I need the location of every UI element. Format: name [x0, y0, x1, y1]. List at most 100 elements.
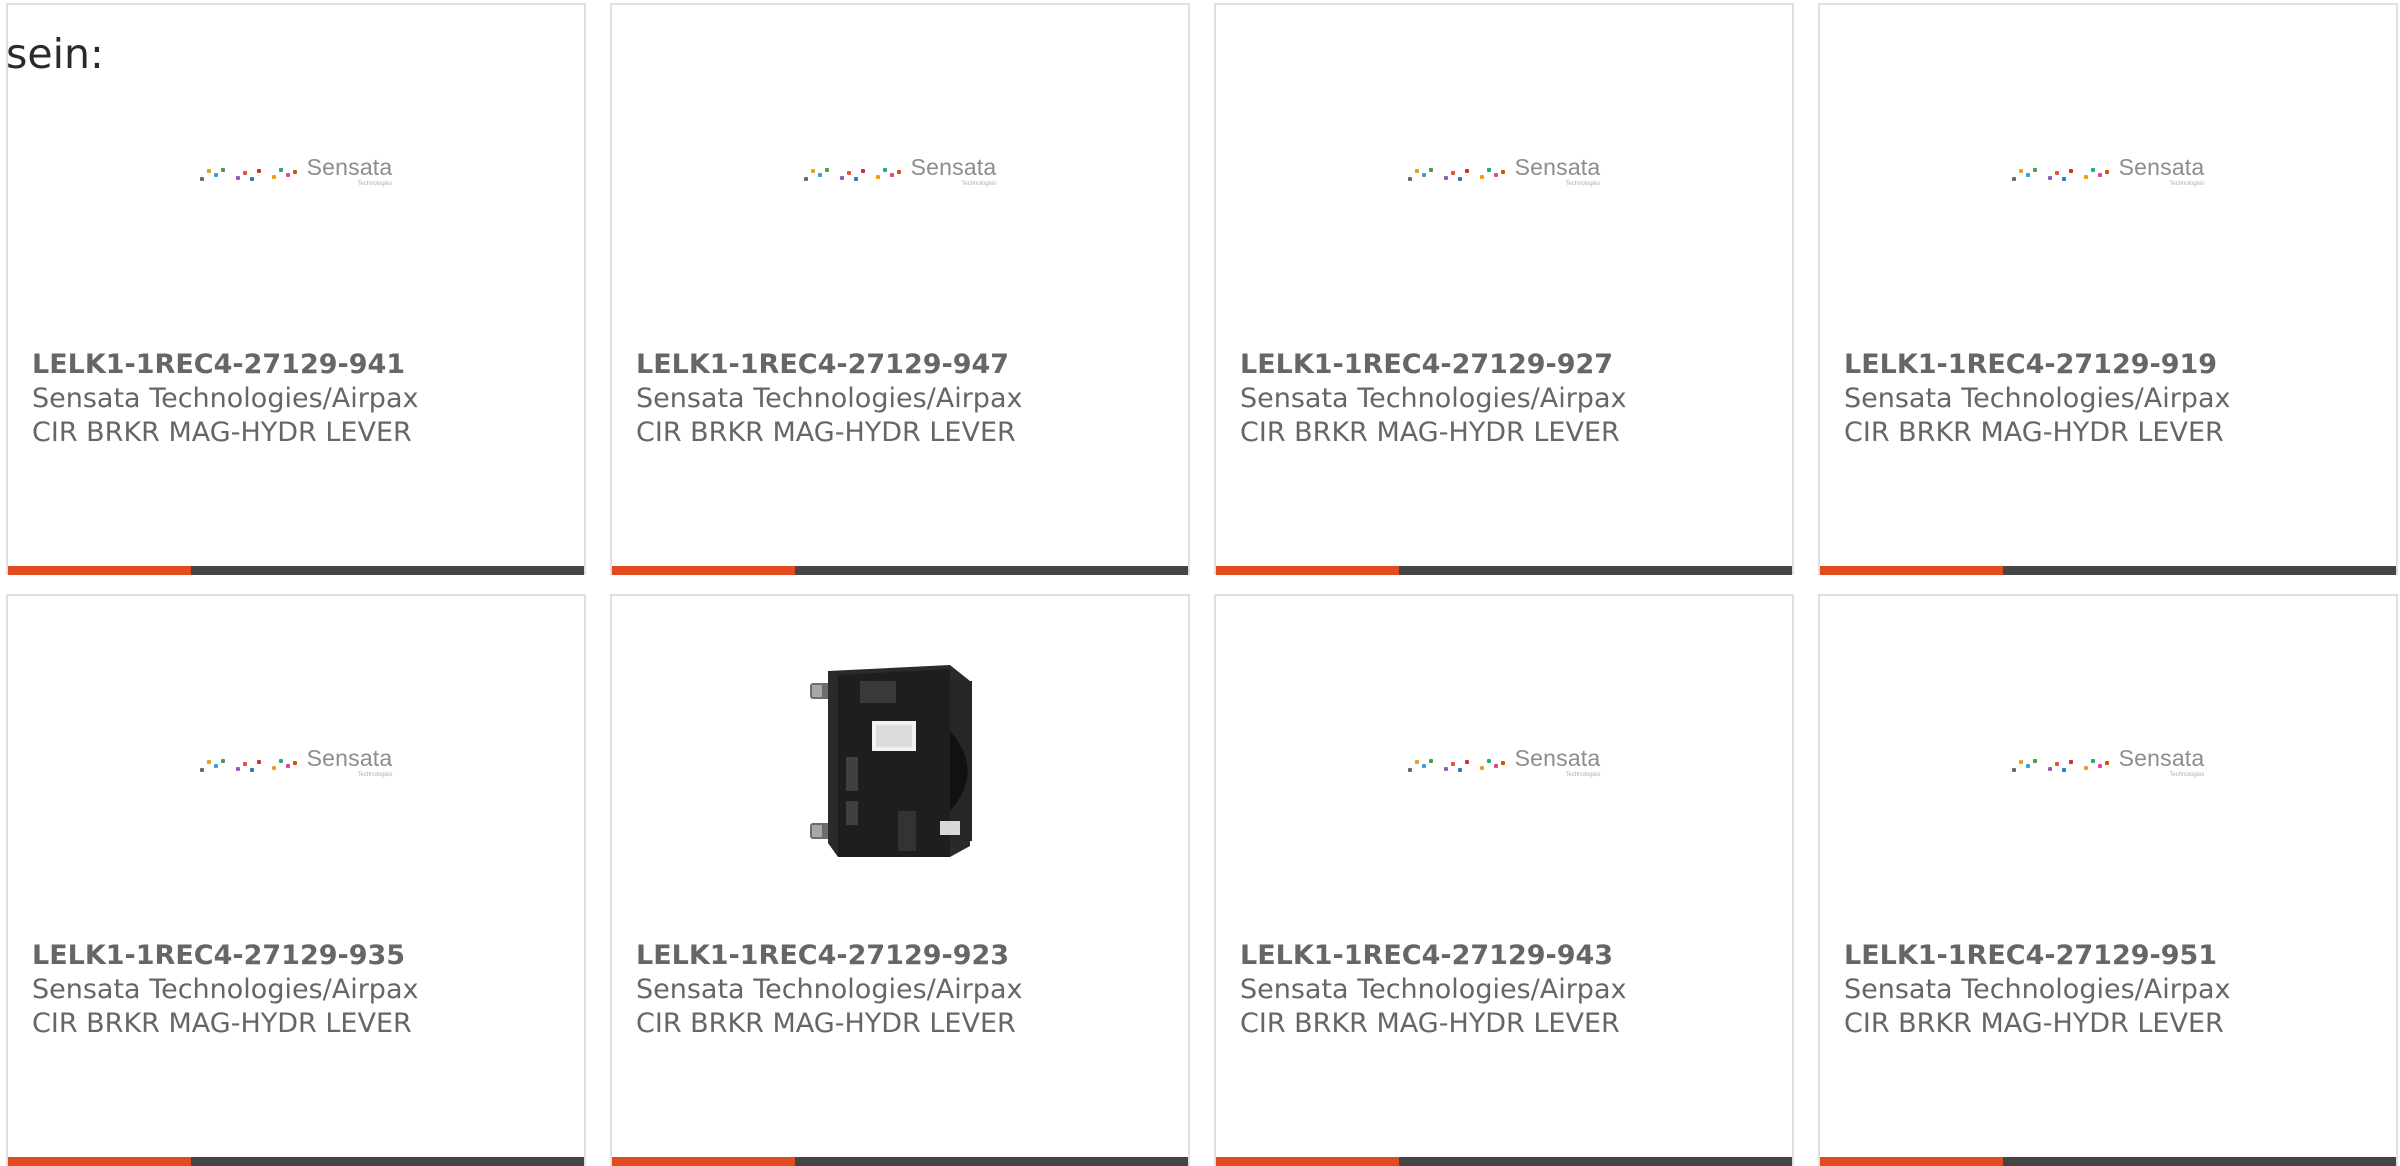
product-card[interactable]: Sensata Technologies LELK1-1REC4-27129-935…: [6, 594, 586, 1166]
logo-dot: [292, 760, 297, 765]
logo-dot: [810, 168, 815, 173]
part-number-link[interactable]: LELK1-1REC4-27129-923: [636, 939, 1022, 973]
logo-dot: [2090, 758, 2095, 763]
card-footer-bar: [1820, 1157, 2396, 1166]
product-description: CIR BRKR MAG-HYDR LEVER: [32, 417, 412, 448]
logo-dot: [1493, 763, 1498, 768]
product-info: LELK1-1REC4-27129-923 Sensata Technologie…: [636, 939, 1022, 1041]
logo-dot: [839, 175, 844, 180]
logo-dots-icon: [2011, 754, 2109, 778]
logo-dot: [1428, 167, 1433, 172]
product-info: LELK1-1REC4-27129-919 Sensata Technologie…: [1844, 348, 2230, 450]
product-card[interactable]: Sensata Technologies LELK1-1REC4-27129-927…: [1214, 3, 1794, 575]
logo-word: Sensata: [306, 744, 393, 771]
product-image[interactable]: [612, 656, 1188, 866]
logo-wordmark: Sensata Technologies: [2119, 155, 2205, 187]
logo-dot: [2018, 759, 2023, 764]
logo-dot: [2018, 168, 2023, 173]
logo-dot: [875, 174, 880, 179]
card-footer-accent: [8, 1157, 191, 1166]
product-card[interactable]: Sensata Technologies LELK1-1REC4-27129-941…: [6, 3, 586, 575]
logo-dot: [206, 759, 211, 764]
product-description: CIR BRKR MAG-HYDR LEVER: [1240, 1008, 1620, 1039]
logo-dot: [2083, 174, 2088, 179]
part-number-link[interactable]: LELK1-1REC4-27129-947: [636, 348, 1022, 382]
product-card[interactable]: Sensata Technologies LELK1-1REC4-27129-947…: [610, 3, 1190, 575]
logo-dot: [213, 172, 218, 177]
part-number-link[interactable]: LELK1-1REC4-27129-935: [32, 939, 418, 973]
card-footer-accent: [612, 1157, 795, 1166]
logo-dot: [2068, 168, 2073, 173]
logo-dot: [199, 176, 204, 181]
logo-dot: [2011, 176, 2016, 181]
sensata-logo: Sensata Technologies: [1407, 155, 1600, 187]
logo-dot: [1421, 172, 1426, 177]
card-footer-bar: [612, 1157, 1188, 1166]
logo-dot: [824, 167, 829, 172]
logo-dot: [1500, 760, 1505, 765]
product-description: CIR BRKR MAG-HYDR LEVER: [1240, 417, 1620, 448]
card-footer-accent: [1820, 566, 2003, 575]
logo-dot: [220, 758, 225, 763]
sensata-logo: Sensata Technologies: [2011, 746, 2205, 778]
logo-tagline: Technologies: [357, 771, 393, 778]
logo-dot: [271, 765, 276, 770]
product-info: LELK1-1REC4-27129-935 Sensata Technologie…: [32, 939, 418, 1041]
logo-dot: [206, 168, 211, 173]
logo-dot: [220, 167, 225, 172]
logo-dot: [2025, 172, 2030, 177]
product-description: CIR BRKR MAG-HYDR LEVER: [636, 417, 1016, 448]
logo-dot: [2054, 170, 2059, 175]
sensata-logo: Sensata Technologies: [1407, 746, 1601, 778]
product-image[interactable]: Sensata Technologies: [612, 137, 1188, 205]
card-footer-bar: [1216, 1157, 1792, 1166]
product-image[interactable]: Sensata Technologies: [8, 137, 584, 205]
part-number-link[interactable]: LELK1-1REC4-27129-943: [1240, 939, 1626, 973]
logo-dot: [1414, 759, 1419, 764]
part-number-link[interactable]: LELK1-1REC4-27129-951: [1844, 939, 2230, 973]
card-footer-bar: [8, 1157, 584, 1166]
logo-tagline: Technologies: [2169, 771, 2205, 778]
logo-wordmark: Sensata Technologies: [911, 155, 997, 187]
logo-dot: [2083, 765, 2088, 770]
manufacturer: Sensata Technologies/Airpax: [1240, 974, 1627, 1005]
logo-dot: [882, 167, 887, 172]
logo-dot: [2097, 172, 2102, 177]
logo-wordmark: Sensata Technologies: [1515, 746, 1601, 778]
logo-dot: [817, 172, 822, 177]
logo-tagline: Technologies: [2169, 180, 2205, 187]
part-number-link[interactable]: LELK1-1REC4-27129-927: [1240, 348, 1626, 382]
logo-dot: [235, 766, 240, 771]
logo-dot: [2011, 767, 2016, 772]
logo-dot: [242, 761, 247, 766]
logo-dots-icon: [199, 163, 297, 187]
logo-dot: [249, 767, 254, 772]
product-image[interactable]: Sensata Technologies: [1216, 728, 1792, 796]
part-number-link[interactable]: LELK1-1REC4-27129-941: [32, 348, 418, 382]
logo-dot: [256, 759, 261, 764]
product-card[interactable]: Sensata Technologies LELK1-1REC4-27129-919…: [1818, 3, 2398, 575]
card-footer-bar: [8, 566, 584, 575]
product-image[interactable]: Sensata Technologies: [1820, 137, 2396, 205]
logo-dot: [896, 169, 901, 174]
product-info: LELK1-1REC4-27129-943 Sensata Technologie…: [1240, 939, 1626, 1041]
part-number-link[interactable]: LELK1-1REC4-27129-919: [1844, 348, 2230, 382]
manufacturer: Sensata Technologies/Airpax: [636, 383, 1023, 414]
product-card[interactable]: LELK1-1REC4-27129-923 Sensata Technologie…: [610, 594, 1190, 1166]
logo-dot: [1500, 169, 1505, 174]
logo-dot: [2104, 760, 2109, 765]
logo-dot: [2104, 169, 2109, 174]
product-image[interactable]: Sensata Technologies: [1820, 728, 2396, 796]
product-image[interactable]: Sensata Technologies: [8, 728, 584, 796]
card-footer-bar: [612, 566, 1188, 575]
product-image[interactable]: Sensata Technologies: [1216, 137, 1792, 205]
product-card[interactable]: Sensata Technologies LELK1-1REC4-27129-951…: [1818, 594, 2398, 1166]
product-card[interactable]: Sensata Technologies LELK1-1REC4-27129-943…: [1214, 594, 1794, 1166]
logo-dot: [2047, 175, 2052, 180]
logo-dot: [1486, 758, 1491, 763]
product-grid: Sensata Technologies LELK1-1REC4-27129-941…: [6, 3, 2400, 1166]
logo-dot: [846, 170, 851, 175]
logo-dot: [1464, 168, 1469, 173]
intro-text: sein:: [6, 30, 104, 78]
logo-dot: [1443, 175, 1448, 180]
